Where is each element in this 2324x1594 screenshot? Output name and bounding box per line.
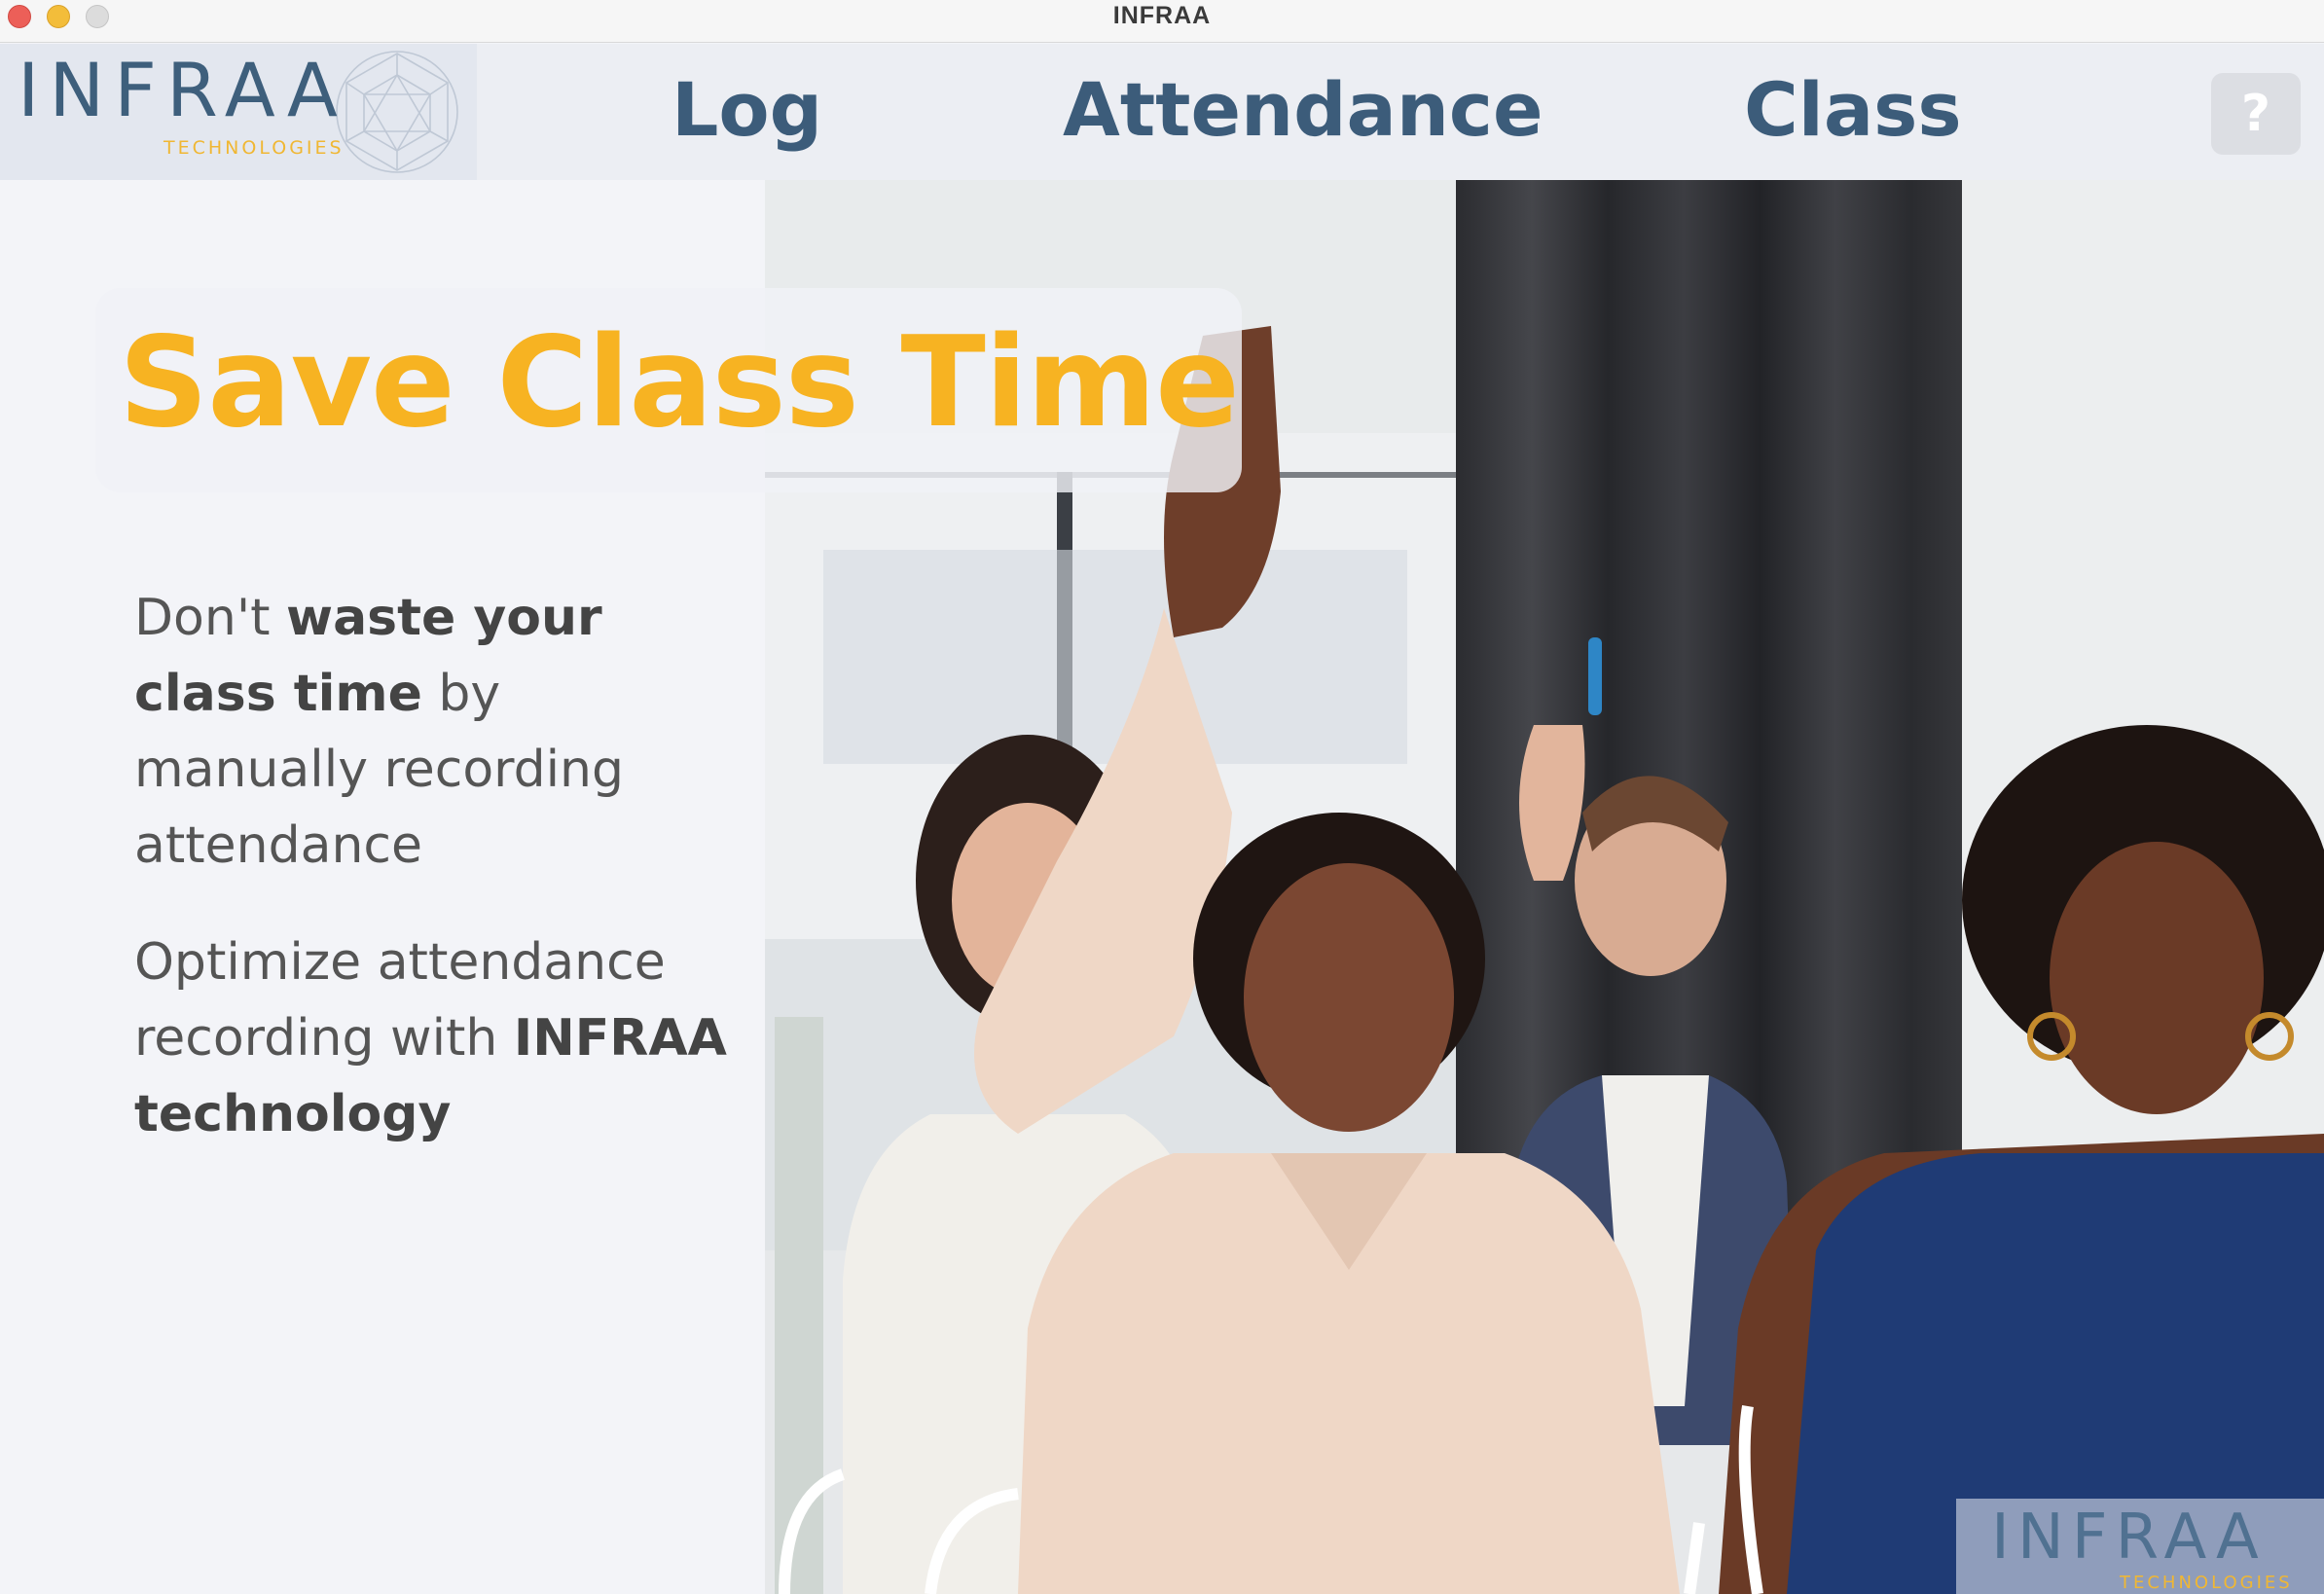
watermark-subtitle: TECHNOLOGIES (2120, 1573, 2293, 1593)
hero-paragraph-1: Don't waste your class time by manually … (134, 580, 738, 884)
geodesic-globe-icon (336, 51, 458, 173)
brand-logo: INFRAA TECHNOLOGIES (0, 44, 477, 180)
para1-text-1: Don't (134, 589, 287, 647)
nav-log[interactable]: Log (672, 73, 822, 147)
top-nav-bar: INFRAA TECHNOLOGIES Log Attendance Class… (0, 44, 2324, 180)
nav-class[interactable]: Class (1744, 73, 1962, 147)
hero-headline: Save Class Time (119, 310, 1240, 455)
title-bar: INFRAA (0, 0, 2324, 43)
logo-subtitle: TECHNOLOGIES (163, 137, 345, 159)
window-title: INFRAA (1112, 2, 1212, 29)
hero-paragraph-2: Optimize attendance recording with INFRA… (134, 924, 738, 1152)
logo-wordmark: INFRAA (18, 47, 347, 133)
help-button[interactable]: ? (2211, 73, 2301, 155)
question-mark-icon: ? (2240, 85, 2271, 143)
nav-attendance[interactable]: Attendance (1063, 73, 1543, 147)
watermark-logo: INFRAA (1991, 1502, 2267, 1574)
app-window: INFRAA INFRAA TECHNOLOGIES Log Attendanc… (0, 0, 2324, 1594)
